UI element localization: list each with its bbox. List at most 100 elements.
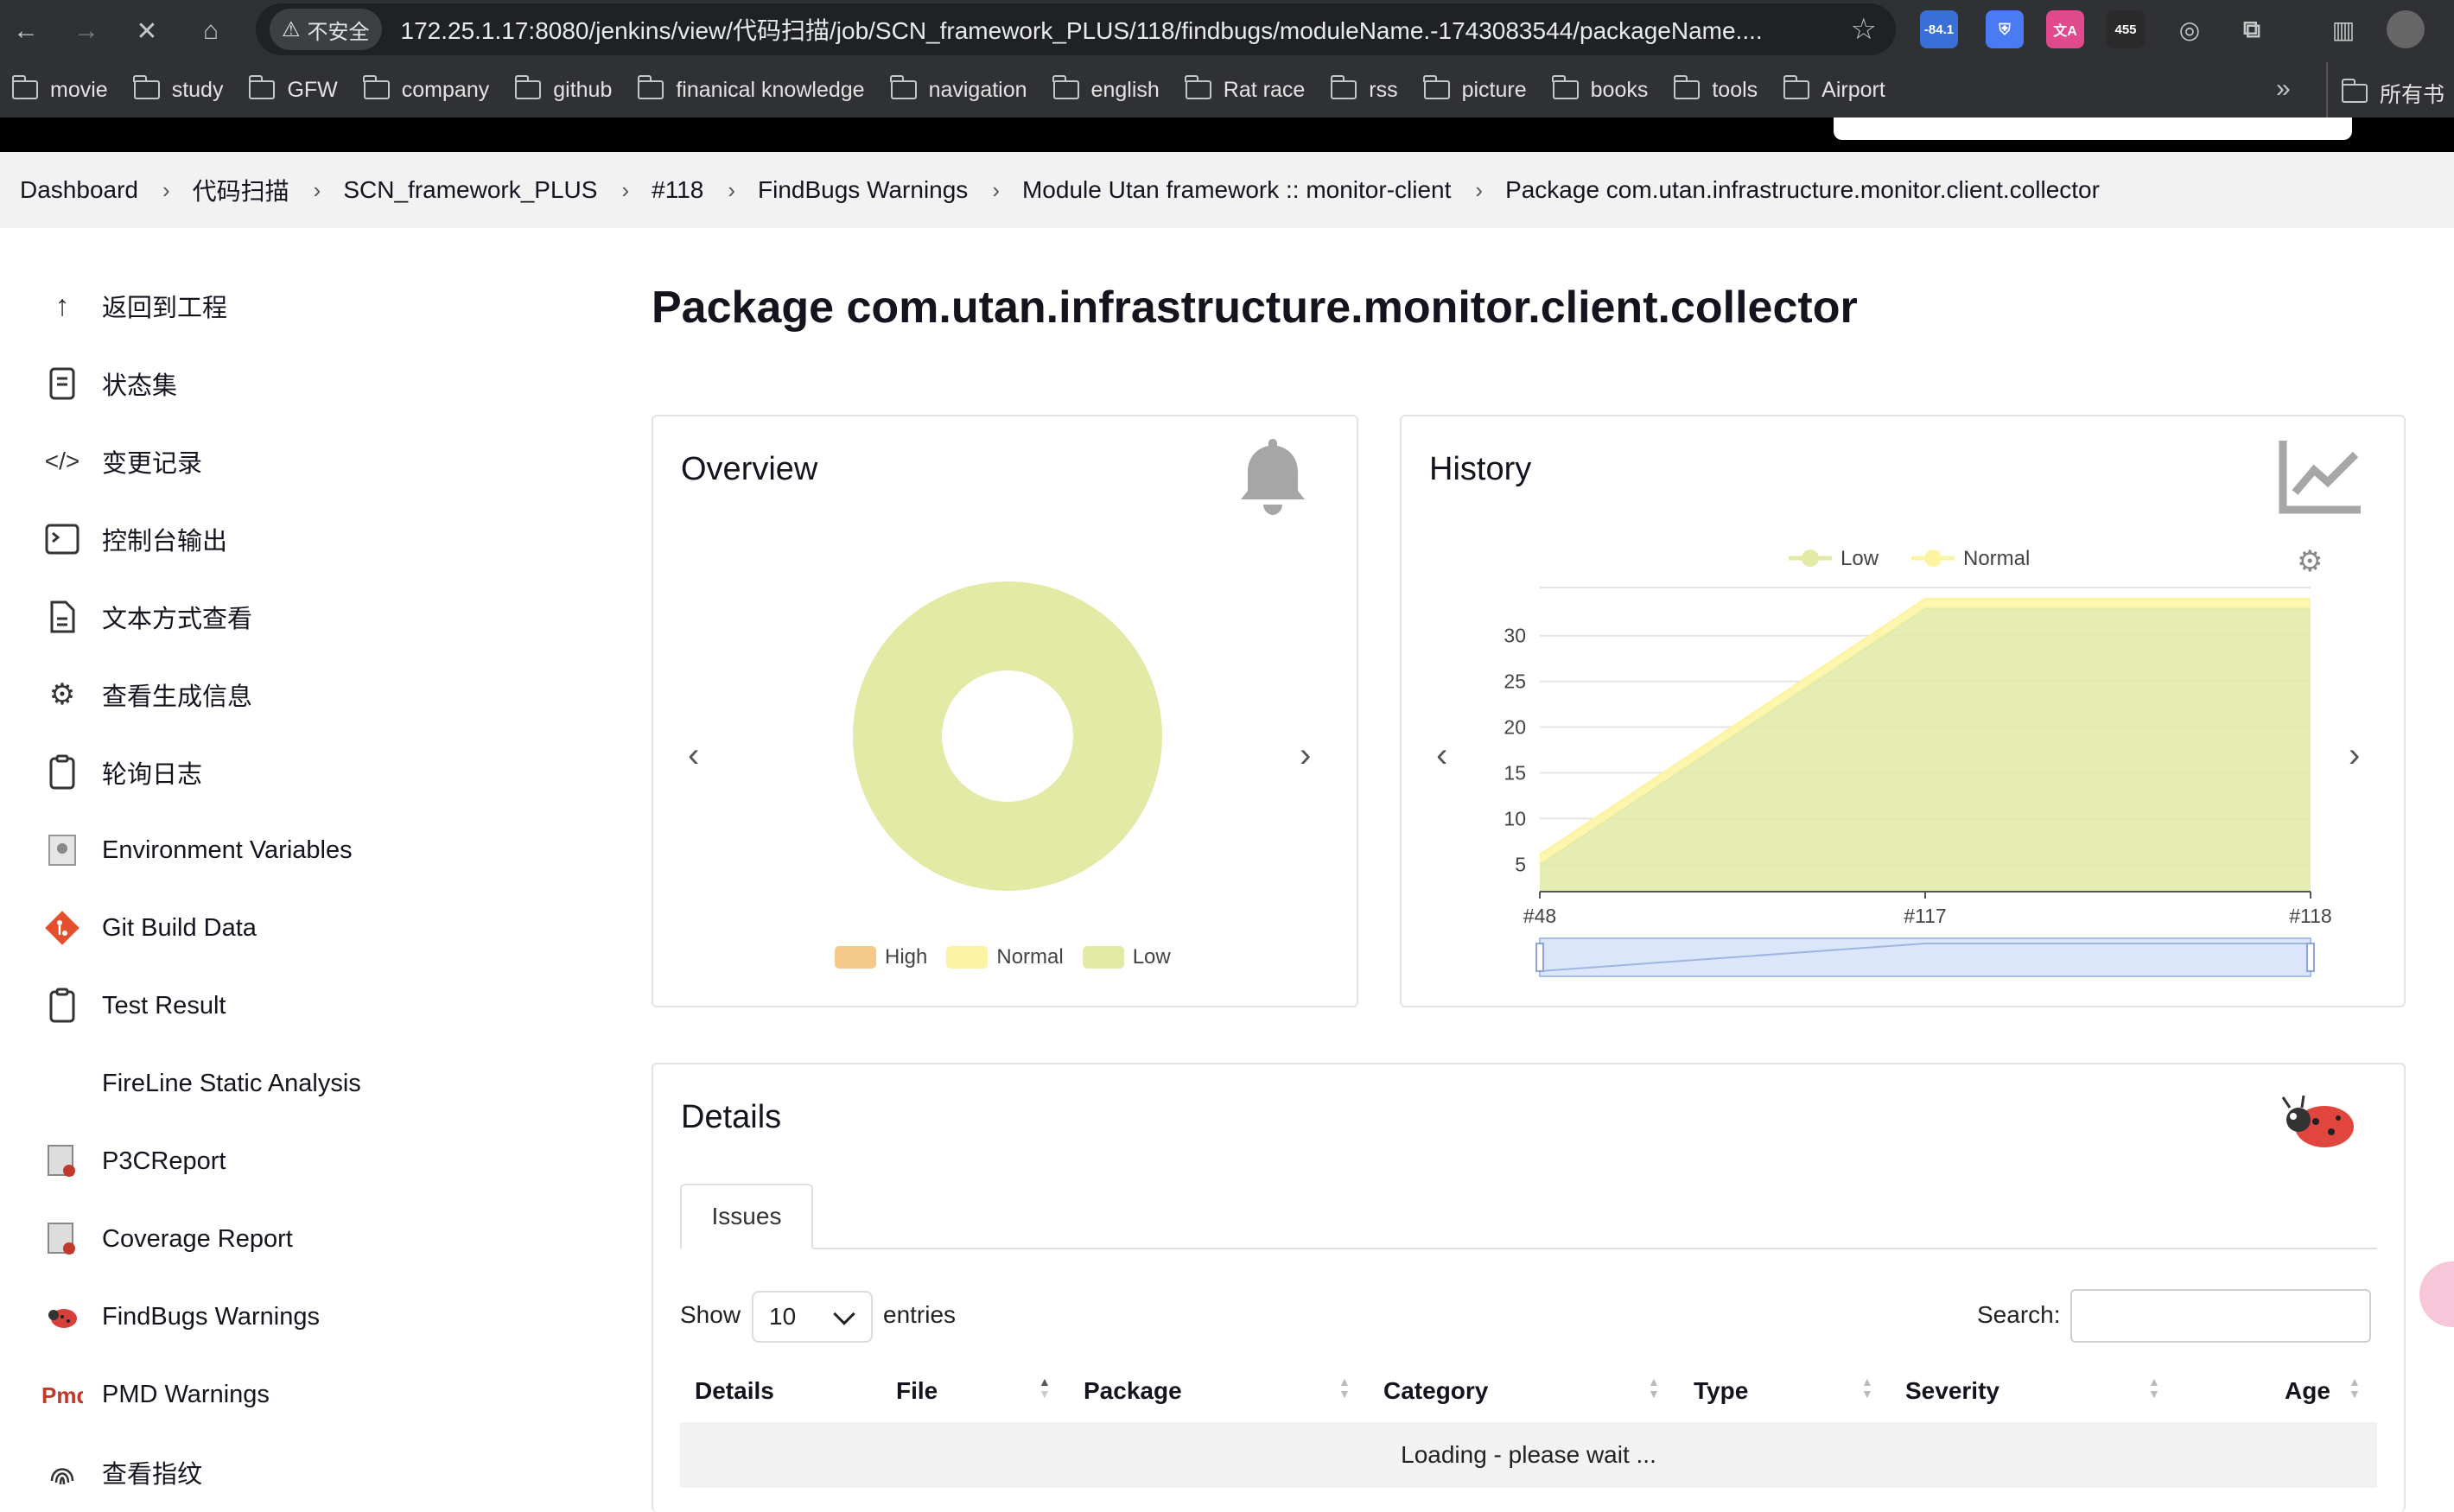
forward-arrow-icon[interactable]: →: [66, 10, 107, 52]
column-header-file[interactable]: File: [896, 1377, 938, 1405]
column-header-category[interactable]: Category: [1383, 1377, 1488, 1405]
sidebar-item-label: 状态集: [102, 372, 178, 400]
column-header-details[interactable]: Details: [695, 1377, 774, 1405]
tabs-divider: [680, 1248, 2377, 1249]
security-chip[interactable]: ⚠ 不安全: [270, 9, 382, 50]
chevron-left-icon[interactable]: ‹: [688, 736, 699, 775]
legend-swatch-high[interactable]: [835, 946, 876, 969]
reader-icon[interactable]: ◎: [2171, 10, 2209, 48]
legend-label-normal[interactable]: Normal: [996, 945, 1063, 969]
tab-issues[interactable]: Issues: [680, 1184, 813, 1249]
column-header-type[interactable]: Type: [1694, 1377, 1748, 1405]
sidebar-item-polling-log[interactable]: 轮询日志: [40, 746, 202, 798]
stop-loading-icon[interactable]: ✕: [126, 10, 168, 52]
back-arrow-icon[interactable]: ←: [5, 10, 47, 52]
bookmark-company[interactable]: company: [363, 75, 489, 103]
chevron-right-icon: ›: [1475, 176, 1484, 203]
area-series-low: [1540, 608, 2311, 892]
legend-swatch-normal[interactable]: [946, 946, 989, 969]
report-icon: [40, 1217, 85, 1261]
sidebar-item-build-info[interactable]: ⚙ 查看生成信息: [40, 669, 252, 721]
bookmark-tools[interactable]: tools: [1673, 75, 1758, 103]
pie-slice-low: [853, 581, 1162, 891]
bookmark-finanical-knowledge[interactable]: finanical knowledge: [637, 75, 865, 103]
search-input[interactable]: [2070, 1289, 2371, 1343]
entries-select[interactable]: 10: [752, 1291, 873, 1343]
sidebar-item-plain-text[interactable]: 文本方式查看: [40, 591, 252, 643]
chevron-right-icon: ›: [992, 176, 1000, 203]
chevron-right-icon[interactable]: ›: [1300, 736, 1311, 775]
bookmark-navigation[interactable]: navigation: [890, 75, 1027, 103]
sort-icon[interactable]: ▲ ▼: [2349, 1375, 2361, 1400]
breadcrumb-build[interactable]: #118: [652, 176, 703, 204]
jenkins-search-box[interactable]: [1834, 118, 2352, 140]
sidebar-item-status[interactable]: 状态集: [40, 358, 177, 410]
bookmark-english[interactable]: english: [1052, 75, 1160, 103]
sidebar-item-console-output[interactable]: 控制台输出: [40, 513, 227, 565]
breadcrumb-job[interactable]: SCN_framework_PLUS: [343, 176, 597, 204]
legend-swatch-low[interactable]: [1082, 946, 1124, 969]
sort-icon[interactable]: ▲ ▼: [2148, 1375, 2160, 1400]
sort-icon[interactable]: ▲ ▼: [1338, 1375, 1351, 1400]
sidebar-item-label: 变更记录: [102, 450, 203, 478]
bookmark-rss[interactable]: rss: [1330, 75, 1398, 103]
legend-label-high[interactable]: High: [885, 945, 927, 969]
legend-label-low[interactable]: Low: [1133, 945, 1171, 969]
translate-icon[interactable]: 文A: [2046, 10, 2084, 48]
sidebar-item-coverage-report[interactable]: Coverage Report: [40, 1213, 293, 1265]
side-panel-icon[interactable]: ▥: [2324, 10, 2362, 48]
gear-icon: ⚙: [48, 678, 76, 711]
env-vars-icon: [40, 828, 85, 873]
breadcrumb-view[interactable]: 代码扫描: [193, 173, 289, 207]
address-bar[interactable]: ⚠ 不安全 172.25.1.17:8080/jenkins/view/代码扫描…: [256, 3, 1896, 55]
sidebar-item-test-result[interactable]: Test Result: [40, 980, 226, 1032]
y-tick-label: 10: [1504, 807, 1526, 829]
home-icon[interactable]: ⌂: [190, 10, 232, 52]
sidebar-item-environment-variables[interactable]: Environment Variables: [40, 824, 353, 876]
bitwarden-icon[interactable]: ⛨: [1986, 10, 2024, 48]
breadcrumb-dashboard[interactable]: Dashboard: [20, 176, 138, 204]
sort-icon[interactable]: ▲ ▼: [1648, 1375, 1660, 1400]
bookmark-gfw[interactable]: GFW: [248, 75, 338, 103]
breadcrumb-module[interactable]: Module Utan framework :: monitor-client: [1022, 176, 1451, 204]
overview-pie-chart: [853, 581, 1162, 891]
breadcrumb-package[interactable]: Package com.utan.infrastructure.monitor.…: [1505, 176, 2100, 204]
bookmark-books[interactable]: books: [1552, 75, 1648, 103]
bookmark-airport[interactable]: Airport: [1783, 75, 1885, 103]
bookmark-rat-race[interactable]: Rat race: [1185, 75, 1305, 103]
bookmarks-divider: [2326, 62, 2328, 118]
bookmark-github[interactable]: github: [514, 75, 612, 103]
sort-icon[interactable]: ▲ ▼: [1861, 1375, 1873, 1400]
bookmark-movie[interactable]: movie: [11, 75, 108, 103]
sidebar-item-fingerprints[interactable]: 查看指纹: [40, 1446, 202, 1498]
document-icon: [40, 361, 85, 406]
bookmark-star-icon[interactable]: ☆: [1851, 12, 1877, 47]
profile-avatar[interactable]: [2387, 10, 2425, 48]
bookmarks-overflow-icon[interactable]: »: [2276, 74, 2291, 104]
y-tick-label: 25: [1504, 670, 1526, 693]
url-text[interactable]: 172.25.1.17:8080/jenkins/view/代码扫描/job/S…: [401, 12, 1818, 47]
sidebar-item-back-to-project[interactable]: ↑ 返回到工程: [40, 280, 228, 332]
zoom-handle-right: [2306, 943, 2315, 972]
folder-icon: [363, 75, 390, 99]
extension-badge-icon[interactable]: -84.1: [1920, 10, 1958, 48]
sidebar-item-pmd-warnings[interactable]: Pmd PMD Warnings: [40, 1369, 270, 1420]
sidebar-item-git-build-data[interactable]: Git Build Data: [40, 902, 257, 954]
sidebar-item-fireline[interactable]: FireLine Static Analysis: [40, 1058, 361, 1109]
sidebar-item-label: P3CReport: [102, 1147, 226, 1175]
floating-assistant-button[interactable]: [2419, 1261, 2454, 1327]
bookmark-picture[interactable]: picture: [1423, 75, 1527, 103]
sort-asc-icon[interactable]: ▲ ▼: [1039, 1375, 1051, 1400]
sidebar-item-findbugs-warnings[interactable]: FindBugs Warnings: [40, 1291, 320, 1343]
extensions-puzzle-icon[interactable]: ⧉: [2233, 10, 2271, 48]
column-header-severity[interactable]: Severity: [1905, 1377, 1999, 1405]
search-label: Search:: [1977, 1301, 2061, 1328]
column-header-package[interactable]: Package: [1084, 1377, 1182, 1405]
sidebar-item-changes[interactable]: </> 变更记录: [40, 435, 202, 487]
feed-extension-icon[interactable]: 455: [2107, 10, 2145, 48]
column-header-age[interactable]: Age: [2285, 1377, 2330, 1405]
sidebar-item-p3creport[interactable]: P3CReport: [40, 1135, 226, 1187]
bookmark-all[interactable]: 所有书: [2341, 78, 2444, 109]
bookmark-study[interactable]: study: [133, 75, 223, 103]
breadcrumb-findbugs[interactable]: FindBugs Warnings: [758, 176, 968, 204]
